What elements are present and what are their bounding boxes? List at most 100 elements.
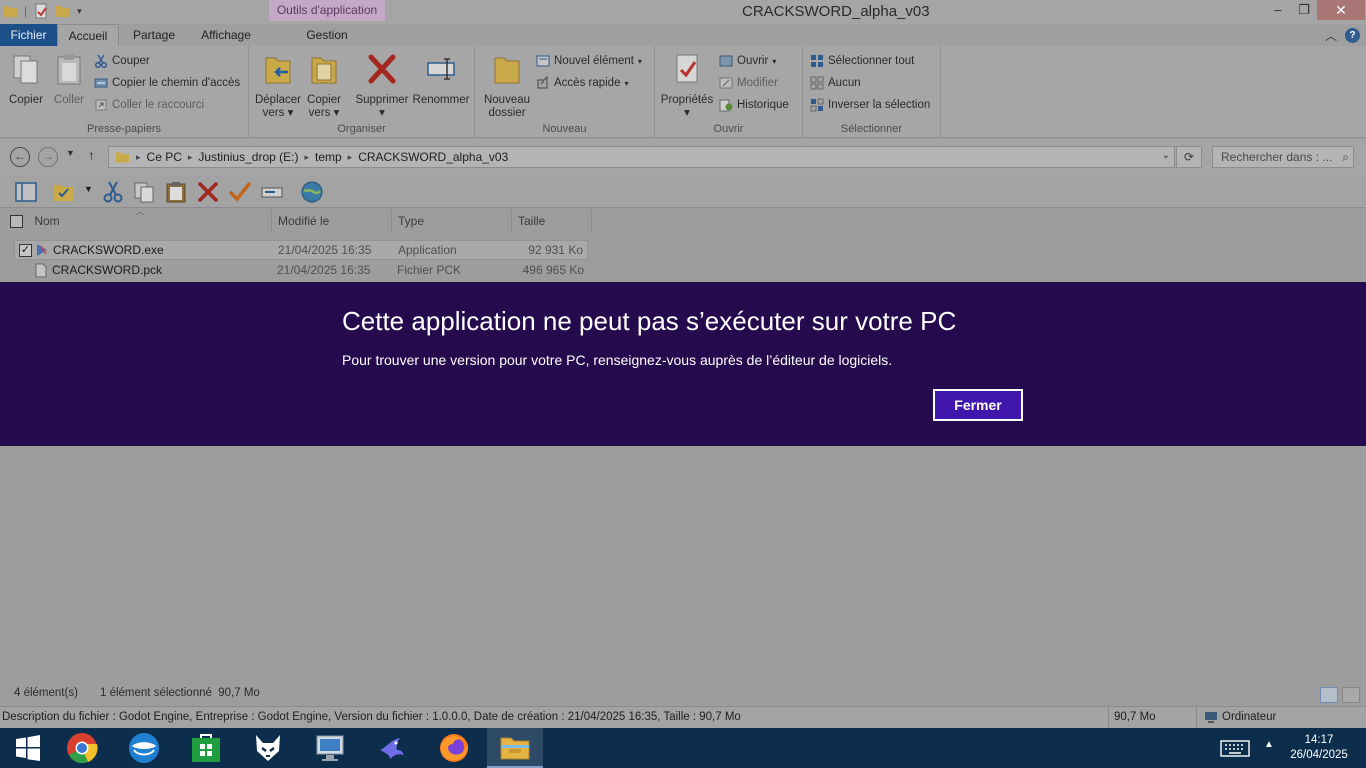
details-view-icon[interactable] bbox=[1320, 687, 1338, 703]
scissors-icon bbox=[94, 54, 108, 68]
group-label-new: Nouveau bbox=[542, 123, 587, 135]
new-item-button[interactable]: Nouvel élément ▾ bbox=[536, 52, 642, 70]
new-folder-qat-icon[interactable] bbox=[55, 3, 71, 19]
column-header-modified[interactable]: Modifié le bbox=[272, 209, 392, 233]
minimize-button[interactable]: – bbox=[1265, 0, 1291, 22]
back-button[interactable]: ← bbox=[10, 147, 30, 167]
address-row: ← → ▼ ↑ ▸ Ce PC ▸ Justinius_drop (E:) ▸ … bbox=[0, 139, 1366, 175]
breadcrumb-this-pc[interactable]: Ce PC bbox=[147, 150, 182, 164]
select-none-button[interactable]: Aucun bbox=[810, 74, 861, 92]
properties-icon bbox=[676, 54, 698, 83]
select-all-checkbox[interactable] bbox=[10, 215, 23, 229]
select-none-icon bbox=[810, 76, 824, 90]
row-checkbox[interactable]: ✓ bbox=[19, 244, 32, 257]
taskbar-store[interactable] bbox=[178, 728, 234, 768]
file-explorer-icon bbox=[500, 737, 530, 760]
close-dialog-button[interactable]: Fermer bbox=[933, 389, 1023, 421]
paste-shortcut-button[interactable]: Coller le raccourci bbox=[94, 96, 204, 114]
open-button[interactable]: Ouvrir ▾ bbox=[719, 52, 776, 70]
invert-selection-button[interactable]: Inverser la sélection bbox=[810, 96, 930, 114]
qat-dropdown-icon[interactable]: ▾ bbox=[77, 6, 82, 17]
new-folder-button[interactable]: Nouveau dossier bbox=[482, 52, 532, 120]
tab-manage[interactable]: Gestion bbox=[269, 24, 385, 46]
history-button[interactable]: Historique bbox=[719, 96, 789, 114]
tab-file[interactable]: Fichier bbox=[0, 24, 57, 46]
taskbar-fox-app[interactable] bbox=[240, 728, 296, 768]
command-toolbar: ▼ bbox=[0, 175, 1366, 208]
invert-selection-icon bbox=[810, 98, 824, 112]
taskbar: ▲ 14:17 26/04/2025 bbox=[0, 728, 1366, 768]
keyboard-icon[interactable] bbox=[1220, 740, 1250, 757]
taskbar-file-explorer[interactable] bbox=[487, 728, 543, 768]
select-all-icon bbox=[811, 55, 823, 67]
select-all-button[interactable]: Sélectionner tout bbox=[810, 52, 914, 70]
paste-button[interactable]: Coller bbox=[50, 52, 88, 107]
group-new: Nouveau dossier Nouvel élément ▾ Accès ra… bbox=[475, 46, 655, 138]
maximize-button[interactable]: ❐ bbox=[1291, 0, 1317, 22]
large-icons-view-icon[interactable] bbox=[1342, 687, 1360, 703]
file-row[interactable]: CRACKSWORD.pck 21/04/2025 16:35 Fichier … bbox=[14, 261, 588, 281]
toolbar-dropdown-icon[interactable]: ▼ bbox=[84, 184, 93, 194]
address-bar[interactable]: ▸ Ce PC ▸ Justinius_drop (E:) ▸ temp ▸ C… bbox=[108, 146, 1175, 168]
file-modified: 21/04/2025 16:35 bbox=[278, 243, 372, 257]
delete-icon bbox=[368, 54, 396, 84]
delete-icon[interactable] bbox=[196, 180, 220, 204]
refresh-button[interactable]: ⟳ bbox=[1176, 146, 1202, 168]
rename-icon[interactable] bbox=[260, 180, 284, 204]
tab-share[interactable]: Partage bbox=[122, 24, 186, 46]
search-input[interactable]: Rechercher dans : ... ⌕ bbox=[1212, 146, 1354, 168]
address-dropdown-icon[interactable]: ⌄ bbox=[1162, 150, 1170, 161]
start-button[interactable] bbox=[0, 728, 56, 768]
checkmark-icon[interactable] bbox=[228, 180, 252, 204]
help-icon[interactable]: ? bbox=[1345, 28, 1360, 43]
copy-path-button[interactable]: Copier le chemin d'accès bbox=[94, 74, 240, 92]
recent-locations-icon[interactable]: ▼ bbox=[66, 148, 75, 158]
open-icon bbox=[719, 55, 733, 67]
system-clock[interactable]: 14:17 26/04/2025 bbox=[1284, 733, 1354, 763]
move-to-button[interactable]: Déplacer vers ▾ bbox=[253, 52, 303, 120]
copy-button[interactable]: Copier bbox=[6, 52, 46, 107]
store-icon bbox=[192, 734, 220, 762]
taskbar-thunderbird[interactable] bbox=[116, 728, 172, 768]
selection-info: 1 élément sélectionné 90,7 Mo bbox=[100, 687, 260, 699]
folder-icon bbox=[3, 6, 17, 17]
globe-icon[interactable] bbox=[300, 180, 324, 204]
chevron-up-icon[interactable]: ︿ bbox=[1325, 27, 1337, 44]
scissors-icon[interactable] bbox=[101, 180, 125, 204]
properties-qat-icon[interactable] bbox=[33, 3, 49, 19]
show-hidden-icons-icon[interactable]: ▲ bbox=[1264, 739, 1274, 750]
column-header-size[interactable]: Taille bbox=[512, 209, 592, 233]
close-button[interactable]: ✕ bbox=[1317, 0, 1365, 20]
file-row[interactable]: ✓ CRACKSWORD.exe 21/04/2025 16:35 Applic… bbox=[14, 240, 588, 260]
status-bar: 4 élément(s) 1 élément sélectionné 90,7 … bbox=[0, 684, 1366, 706]
breadcrumb-drive[interactable]: Justinius_drop (E:) bbox=[198, 150, 298, 164]
taskbar-bird-app[interactable] bbox=[364, 728, 420, 768]
group-clipboard: Copier Coller Couper Copier le chemin d'… bbox=[0, 46, 249, 138]
rename-button[interactable]: Renommer bbox=[412, 52, 470, 107]
cut-button[interactable]: Couper bbox=[94, 52, 150, 70]
computer-monitor-icon bbox=[316, 735, 344, 761]
column-header-type[interactable]: Type bbox=[392, 209, 512, 233]
tab-view[interactable]: Affichage bbox=[190, 24, 262, 46]
taskbar-remote-desktop[interactable] bbox=[302, 728, 358, 768]
up-arrow-icon[interactable]: ↑ bbox=[88, 147, 95, 163]
fox-mask-icon bbox=[256, 735, 280, 761]
column-header-name[interactable]: Nom bbox=[34, 214, 59, 228]
taskbar-firefox[interactable] bbox=[426, 728, 482, 768]
edit-button[interactable]: Modifier bbox=[719, 74, 778, 92]
item-count: 4 élément(s) bbox=[14, 687, 78, 699]
folder-checkmark-icon[interactable] bbox=[52, 180, 76, 204]
breadcrumb-temp[interactable]: temp bbox=[315, 150, 342, 164]
paste-icon[interactable] bbox=[164, 180, 188, 204]
taskbar-chrome[interactable] bbox=[54, 728, 110, 768]
forward-button[interactable]: → bbox=[38, 147, 58, 167]
breadcrumb-current[interactable]: CRACKSWORD_alpha_v03 bbox=[358, 150, 508, 164]
tab-home[interactable]: Accueil bbox=[57, 24, 119, 46]
quick-access-button[interactable]: Accès rapide ▾ bbox=[536, 74, 629, 92]
copy-to-button[interactable]: Copier vers ▾ bbox=[303, 52, 345, 120]
file-list-empty-area[interactable] bbox=[0, 446, 1366, 684]
delete-button[interactable]: Supprimer ▾ bbox=[353, 52, 411, 120]
details-status-bar: Description du fichier : Godot Engine, E… bbox=[0, 706, 1366, 728]
properties-button[interactable]: Propriétés ▾ bbox=[659, 52, 715, 120]
preview-pane-icon[interactable] bbox=[14, 180, 38, 204]
